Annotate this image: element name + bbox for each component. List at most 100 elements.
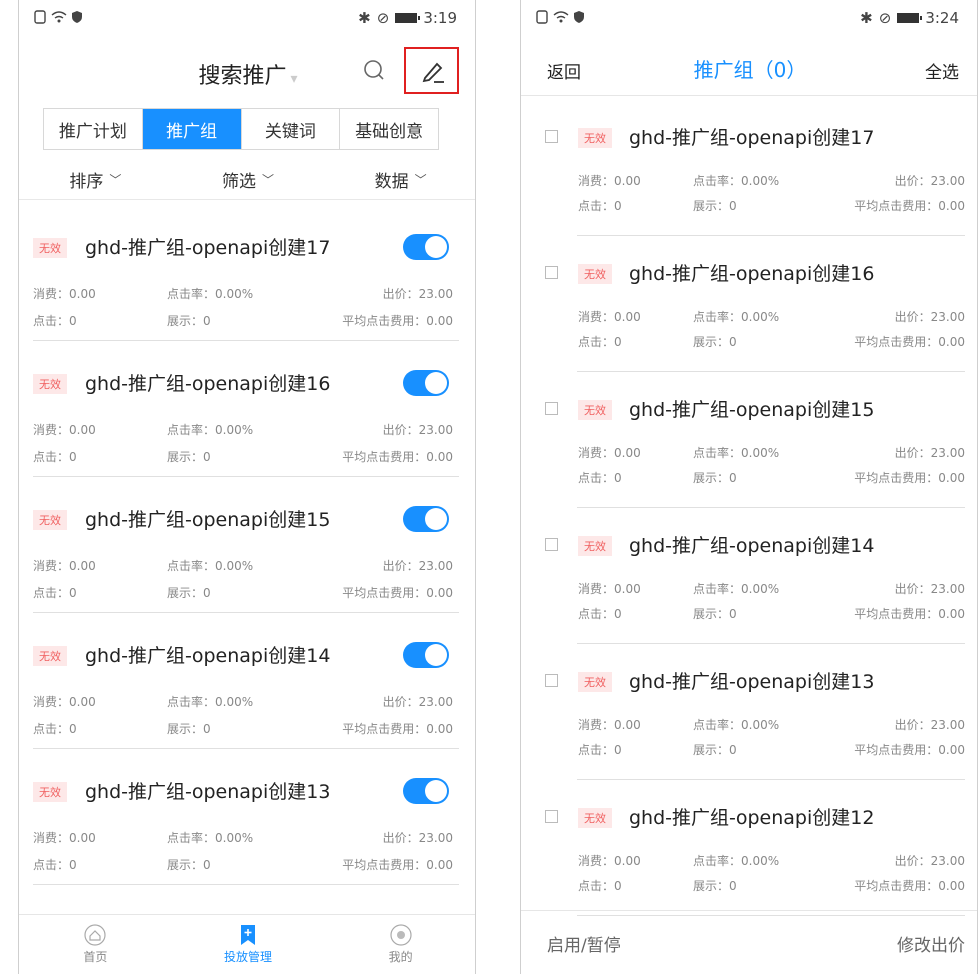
enable-toggle[interactable] — [403, 642, 449, 668]
impressions-value: 展示：0 — [167, 722, 211, 736]
impressions-value: 展示：0 — [693, 607, 737, 621]
mute-icon: ⊘ — [878, 9, 892, 27]
select-all-button[interactable]: 全选 — [925, 58, 959, 83]
bottom-actions: 启用/暂停 修改出价 — [521, 910, 977, 974]
bid-value: 出价：23.00 — [382, 287, 453, 301]
ctr-value: 点击率：0.00% — [693, 310, 780, 324]
edit-button[interactable] — [404, 47, 459, 94]
chevron-down-icon: ﹀ — [414, 173, 427, 187]
shield-icon — [574, 11, 584, 23]
tab-plans[interactable]: 推广计划 — [44, 109, 143, 149]
tab-keywords[interactable]: 关键词 — [242, 109, 341, 149]
search-button[interactable] — [362, 58, 386, 82]
mute-icon: ⊘ — [376, 9, 390, 27]
status-badge: 无效 — [578, 536, 612, 556]
edit-bid-button[interactable]: 修改出价 — [897, 931, 965, 956]
bluetooth-icon: ✱ — [860, 9, 873, 27]
item-checkbox[interactable] — [545, 538, 558, 551]
list-item[interactable]: 无效 ghd-推广组-openapi创建13 消费：0.00 点击率：0.00%… — [521, 644, 977, 780]
screen-promotion-groups: ✱ ⊘ 3:19 搜索推广 ▾ 推广计划 推广组 关键词 基础创意 排序 ﹀ 筛选 ﹀… — [18, 0, 476, 974]
group-name: ghd-推广组-openapi创建14 — [629, 535, 875, 557]
nav-campaigns[interactable]: 投放管理 — [172, 915, 325, 974]
tab-creatives[interactable]: 基础创意 — [340, 109, 438, 149]
list-item[interactable]: 无效 ghd-推广组-openapi创建15 消费：0.00 点击率：0.00%… — [521, 372, 977, 508]
clicks-value: 点击：0 — [578, 199, 622, 213]
bottom-nav: 首页 投放管理 我的 — [19, 914, 475, 974]
wifi-icon — [51, 11, 67, 23]
enable-pause-button[interactable]: 启用/暂停 — [547, 931, 621, 956]
chevron-down-icon: ▾ — [290, 71, 298, 87]
list-item[interactable]: 无效 ghd-推广组-openapi创建14 消费：0.00 点击率：0.00%… — [19, 613, 475, 749]
group-name: ghd-推广组-openapi创建12 — [629, 807, 875, 829]
avg-cpc-value: 平均点击费用：0.00 — [854, 471, 965, 485]
bid-value: 出价：23.00 — [894, 174, 965, 188]
top-bar: 返回 推广组（0） 全选 — [521, 40, 977, 96]
list-item[interactable]: 无效 ghd-推广组-openapi创建16 消费：0.00 点击率：0.00%… — [19, 341, 475, 477]
status-badge: 无效 — [578, 264, 612, 284]
data-dropdown[interactable]: 数据 ﹀ — [324, 160, 475, 199]
item-checkbox[interactable] — [545, 402, 558, 415]
ctr-value: 点击率：0.00% — [167, 831, 254, 845]
impressions-value: 展示：0 — [693, 199, 737, 213]
avg-cpc-value: 平均点击费用：0.00 — [342, 586, 453, 600]
nav-profile[interactable]: 我的 — [324, 915, 475, 974]
group-name: ghd-推广组-openapi创建14 — [85, 645, 331, 667]
toggle-knob — [425, 372, 447, 394]
spend-value: 消费：0.00 — [33, 831, 96, 845]
sort-dropdown[interactable]: 排序 ﹀ — [19, 160, 172, 199]
ctr-value: 点击率：0.00% — [167, 695, 254, 709]
sim-icon — [34, 10, 46, 24]
item-checkbox[interactable] — [545, 674, 558, 687]
clicks-value: 点击：0 — [578, 879, 622, 893]
avg-cpc-value: 平均点击费用：0.00 — [854, 335, 965, 349]
enable-toggle[interactable] — [403, 778, 449, 804]
item-checkbox[interactable] — [545, 130, 558, 143]
status-bar: ✱ ⊘ 3:19 — [19, 0, 475, 34]
spend-value: 消费：0.00 — [578, 854, 641, 868]
toggle-knob — [425, 644, 447, 666]
ctr-value: 点击率：0.00% — [167, 287, 254, 301]
ctr-value: 点击率：0.00% — [693, 718, 780, 732]
list-item[interactable]: 无效 ghd-推广组-openapi创建12 消费：0.00 点击率：0.00%… — [521, 780, 977, 916]
enable-toggle[interactable] — [403, 506, 449, 532]
clicks-value: 点击：0 — [578, 607, 622, 621]
avg-cpc-value: 平均点击费用：0.00 — [342, 858, 453, 872]
avg-cpc-value: 平均点击费用：0.00 — [854, 743, 965, 757]
profile-icon — [390, 924, 412, 946]
tab-bar: 推广计划 推广组 关键词 基础创意 — [43, 108, 439, 150]
list-item[interactable]: 无效 ghd-推广组-openapi创建17 消费：0.00 点击率：0.00%… — [19, 205, 475, 341]
item-checkbox[interactable] — [545, 266, 558, 279]
avg-cpc-value: 平均点击费用：0.00 — [854, 607, 965, 621]
spend-value: 消费：0.00 — [578, 310, 641, 324]
chevron-down-icon: ﹀ — [262, 173, 275, 187]
avg-cpc-value: 平均点击费用：0.00 — [854, 199, 965, 213]
toggle-knob — [425, 508, 447, 530]
clicks-value: 点击：0 — [33, 858, 77, 872]
ctr-value: 点击率：0.00% — [693, 446, 780, 460]
nav-home[interactable]: 首页 — [19, 915, 172, 974]
status-badge: 无效 — [33, 510, 67, 530]
clicks-value: 点击：0 — [578, 335, 622, 349]
impressions-value: 展示：0 — [167, 858, 211, 872]
filter-dropdown[interactable]: 筛选 ﹀ — [172, 160, 325, 199]
bid-value: 出价：23.00 — [382, 831, 453, 845]
ctr-value: 点击率：0.00% — [693, 582, 780, 596]
group-name: ghd-推广组-openapi创建17 — [85, 237, 331, 259]
list-item[interactable]: 无效 ghd-推广组-openapi创建16 消费：0.00 点击率：0.00%… — [521, 236, 977, 372]
status-badge: 无效 — [578, 400, 612, 420]
bid-value: 出价：23.00 — [894, 446, 965, 460]
tab-groups[interactable]: 推广组 — [142, 109, 242, 149]
list-item[interactable]: 无效 ghd-推广组-openapi创建17 消费：0.00 点击率：0.00%… — [521, 100, 977, 236]
enable-toggle[interactable] — [403, 234, 449, 260]
item-checkbox[interactable] — [545, 810, 558, 823]
toggle-knob — [425, 236, 447, 258]
clicks-value: 点击：0 — [33, 450, 77, 464]
impressions-value: 展示：0 — [167, 450, 211, 464]
enable-toggle[interactable] — [403, 370, 449, 396]
list-item[interactable]: 无效 ghd-推广组-openapi创建13 消费：0.00 点击率：0.00%… — [19, 749, 475, 885]
list-item[interactable]: 无效 ghd-推广组-openapi创建14 消费：0.00 点击率：0.00%… — [521, 508, 977, 644]
ctr-value: 点击率：0.00% — [693, 854, 780, 868]
list-item[interactable]: 无效 ghd-推广组-openapi创建15 消费：0.00 点击率：0.00%… — [19, 477, 475, 613]
bid-value: 出价：23.00 — [382, 559, 453, 573]
clicks-value: 点击：0 — [33, 586, 77, 600]
